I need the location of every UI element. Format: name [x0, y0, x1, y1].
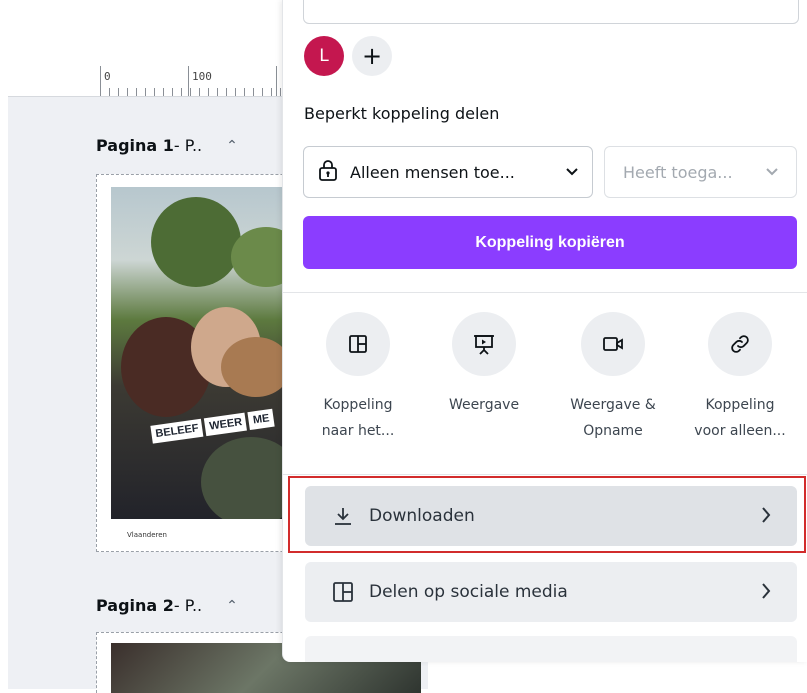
chevron-down-icon — [566, 165, 578, 179]
more-options-row[interactable] — [305, 636, 797, 662]
share-social-button[interactable]: Delen op sociale media — [305, 562, 797, 622]
ruler-mark-0: 0 — [104, 70, 111, 83]
access-select-value: Alleen mensen toe... — [350, 162, 515, 182]
presentation-icon — [452, 312, 516, 376]
download-highlight-box — [288, 476, 806, 553]
action-present[interactable]: Weergave — [429, 312, 539, 418]
action-link-to-page[interactable]: Koppeling naar het... — [303, 312, 413, 444]
people-input[interactable] — [303, 0, 799, 24]
page-1-title: Pagina 1 — [96, 136, 174, 155]
page-2-title: Pagina 2 — [96, 596, 174, 615]
action-label: Weergave & — [570, 397, 656, 413]
add-person-button[interactable]: + — [352, 36, 392, 76]
divider — [283, 292, 807, 293]
banner-word-2: WEER — [204, 412, 248, 437]
action-label: voor alleen... — [694, 423, 786, 439]
permission-select-value: Heeft toega... — [623, 162, 733, 182]
ruler-mark-100: 100 — [192, 70, 212, 83]
share-social-label: Delen op sociale media — [369, 582, 568, 602]
action-label: Weergave — [448, 397, 520, 413]
banner-word-1: BELEEF — [150, 418, 204, 444]
avatar[interactable]: L — [304, 36, 344, 76]
chevron-up-icon[interactable]: ⌃ — [226, 598, 238, 614]
action-view-only-link[interactable]: Koppeling voor alleen... — [685, 312, 795, 444]
page-1-subtitle: - P.. — [173, 136, 203, 155]
permission-select: Heeft toega... — [604, 146, 797, 198]
link-icon — [708, 312, 772, 376]
poster-logo: Vlaanderen — [127, 531, 167, 539]
section-title: Beperkt koppeling delen — [304, 104, 500, 123]
chevron-up-icon[interactable]: ⌃ — [226, 138, 238, 154]
layout-icon — [326, 312, 390, 376]
chevron-down-icon — [766, 165, 778, 179]
lock-icon — [318, 159, 338, 185]
video-camera-icon — [581, 312, 645, 376]
page-2-label[interactable]: Pagina 2 - P.. ⌃ — [96, 596, 238, 615]
share-panel: L + Beperkt koppeling delen Alleen mense… — [282, 0, 807, 662]
page-1-label[interactable]: Pagina 1 - P.. ⌃ — [96, 136, 238, 155]
action-label: naar het... — [321, 423, 395, 439]
action-label: Koppeling — [705, 397, 775, 413]
chevron-right-icon — [761, 580, 771, 604]
action-present-record[interactable]: Weergave & Opname — [558, 312, 668, 444]
social-layout-icon — [331, 580, 355, 604]
copy-link-button[interactable]: Koppeling kopiëren — [303, 216, 797, 269]
divider — [283, 474, 807, 475]
action-label: Opname — [583, 423, 643, 439]
action-label: Koppeling — [323, 397, 393, 413]
access-select[interactable]: Alleen mensen toe... — [303, 146, 593, 198]
page-2-subtitle: - P.. — [173, 596, 203, 615]
banner-word-3: ME — [247, 408, 275, 430]
